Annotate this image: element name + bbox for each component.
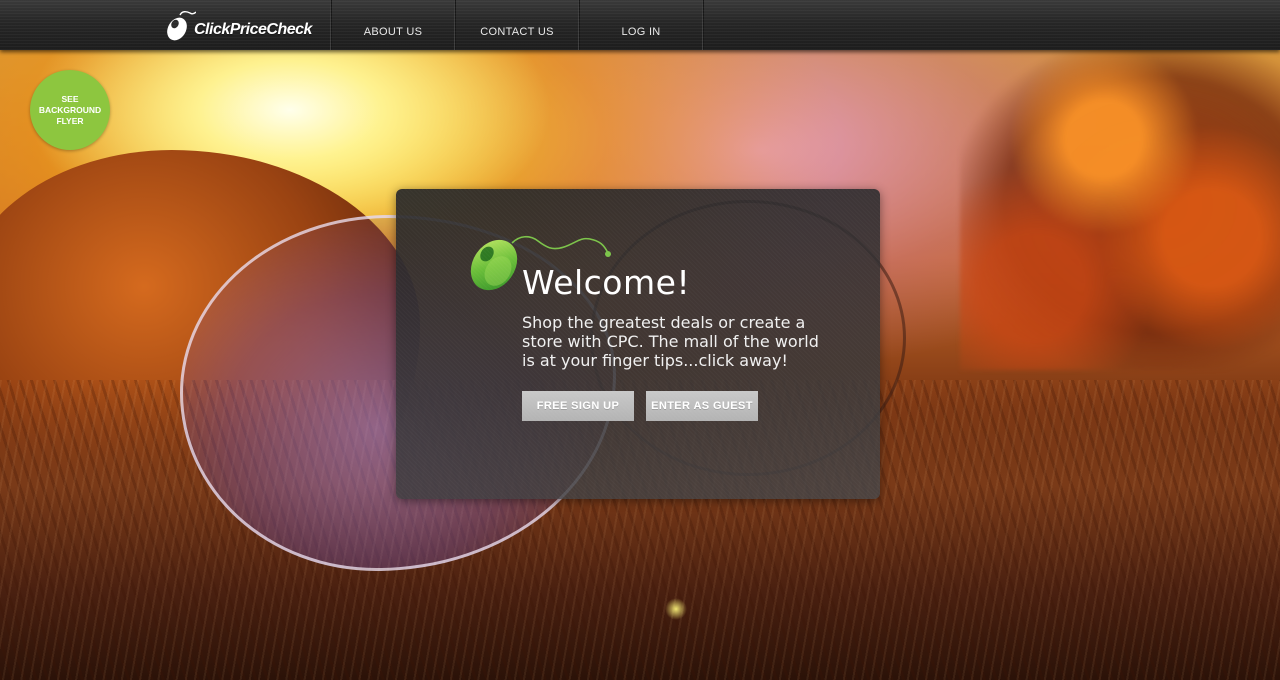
background-tree: [960, 40, 1280, 370]
enter-as-guest-button[interactable]: ENTER AS GUEST: [646, 391, 758, 421]
nav-divider: [702, 0, 703, 50]
welcome-description: Shop the greatest deals or create a stor…: [522, 313, 819, 370]
free-sign-up-button[interactable]: FREE SIGN UP: [522, 391, 634, 421]
nav-log-in[interactable]: LOG IN: [579, 0, 703, 50]
site-logo[interactable]: ClickPriceCheck: [166, 8, 312, 42]
background-light-glow: [665, 598, 687, 620]
see-background-flyer-button[interactable]: SEE BACKGROUND FLYER: [30, 70, 110, 150]
nav-about-us[interactable]: ABOUT US: [331, 0, 455, 50]
welcome-panel: Welcome! Shop the greatest deals or crea…: [396, 189, 880, 499]
site-logo-text: ClickPriceCheck: [194, 21, 312, 38]
top-navbar: ClickPriceCheck ABOUT US CONTACT US LOG …: [0, 0, 1280, 50]
mouse-logo-icon: [167, 10, 196, 41]
nav-contact-us[interactable]: CONTACT US: [455, 0, 579, 50]
welcome-title: Welcome!: [522, 263, 691, 302]
flyer-label: SEE BACKGROUND FLYER: [38, 93, 102, 126]
